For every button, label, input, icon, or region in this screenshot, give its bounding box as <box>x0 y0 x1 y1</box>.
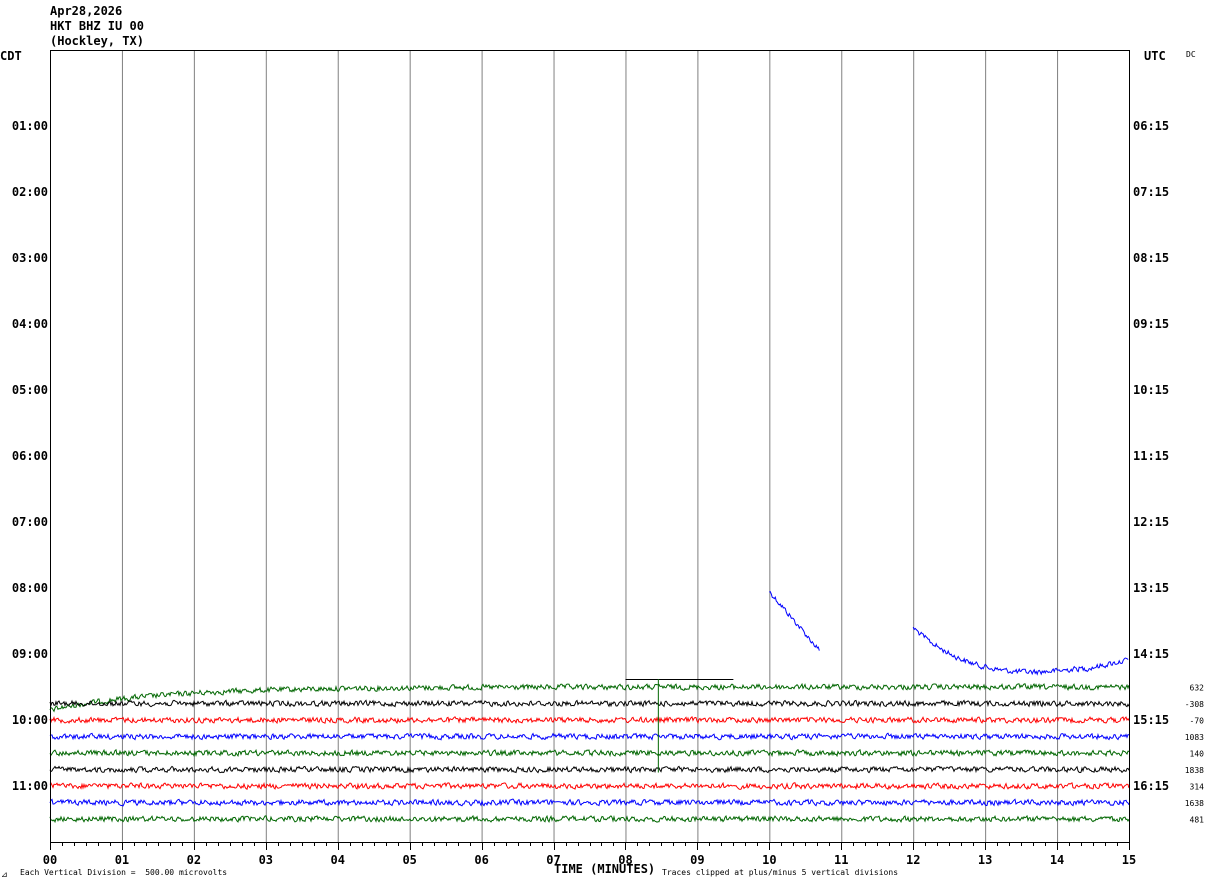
clip-note: Traces clipped at plus/minus 5 vertical … <box>662 868 899 877</box>
left-hour-label: 08:00 <box>12 581 48 595</box>
seismic-trace <box>769 591 820 651</box>
seismic-trace <box>49 781 1130 791</box>
seismic-trace <box>49 814 1130 824</box>
row-value-label: 140 <box>1190 750 1205 759</box>
right-hour-label: 14:15 <box>1133 647 1169 661</box>
left-hour-label: 10:00 <box>12 713 48 727</box>
x-tick-label: 05 <box>402 853 416 867</box>
x-tick-label: 10 <box>762 853 776 867</box>
corner-mark: ⊿ <box>1 870 8 879</box>
row-value-label: 314 <box>1190 783 1205 792</box>
plot-frame <box>50 50 1130 843</box>
right-hour-label: 10:15 <box>1133 383 1169 397</box>
seismic-trace <box>49 732 1130 741</box>
left-hour-label: 01:00 <box>12 119 48 133</box>
helicorder-plot: 00 01 02 03 04 05 06 07 08 09 10 11 12 13 14 1501:0002:… <box>12 50 1205 867</box>
x-tick-label: 03 <box>259 853 273 867</box>
x-tick-label: 00 <box>43 853 57 867</box>
right-hour-label: 16:15 <box>1133 779 1169 793</box>
left-hour-label: 09:00 <box>12 647 48 661</box>
right-hour-label: 07:15 <box>1133 185 1169 199</box>
seismic-trace <box>49 765 1130 774</box>
right-hour-label: 13:15 <box>1133 581 1169 595</box>
seismic-trace <box>49 699 1130 708</box>
scale-note: Each Vertical Division = 500.00 microvol… <box>20 868 228 877</box>
x-tick-label: 01 <box>115 853 129 867</box>
left-hour-label: 04:00 <box>12 317 48 331</box>
left-hour-label: 03:00 <box>12 251 48 265</box>
seismic-trace <box>49 798 1130 807</box>
right-hour-label: 08:15 <box>1133 251 1169 265</box>
row-value-label: 1638 <box>1185 799 1204 808</box>
x-tick-label: 14 <box>1050 853 1064 867</box>
x-tick-label: 13 <box>978 853 992 867</box>
seismic-trace <box>49 715 1130 725</box>
x-tick-label: 02 <box>187 853 201 867</box>
left-hour-label: 07:00 <box>12 515 48 529</box>
x-tick-label: 11 <box>834 853 848 867</box>
row-value-label: 632 <box>1190 684 1205 693</box>
row-value-label: -308 <box>1185 700 1204 709</box>
xaxis-title: TIME (MINUTES) <box>554 862 656 876</box>
left-hour-label: 02:00 <box>12 185 48 199</box>
left-hour-label: 05:00 <box>12 383 48 397</box>
right-hour-label: 12:15 <box>1133 515 1169 529</box>
row-value-label: 481 <box>1190 816 1205 825</box>
x-tick-label: 04 <box>331 853 345 867</box>
right-hour-label: 11:15 <box>1133 449 1169 463</box>
seismic-trace <box>49 682 1130 713</box>
x-tick-label: 09 <box>690 853 704 867</box>
right-hour-label: 09:15 <box>1133 317 1169 331</box>
left-hour-label: 11:00 <box>12 779 48 793</box>
x-tick-label: 12 <box>906 853 920 867</box>
x-tick-label: 06 <box>474 853 488 867</box>
right-hour-label: 06:15 <box>1133 119 1169 133</box>
row-value-label: 1083 <box>1185 733 1204 742</box>
left-hour-label: 06:00 <box>12 449 48 463</box>
seismic-trace <box>49 748 1130 758</box>
row-value-label: 1838 <box>1185 766 1204 775</box>
x-tick-label: 15 <box>1122 853 1136 867</box>
row-value-label: -70 <box>1190 717 1205 726</box>
seismic-trace <box>912 626 1129 676</box>
right-hour-label: 15:15 <box>1133 713 1169 727</box>
